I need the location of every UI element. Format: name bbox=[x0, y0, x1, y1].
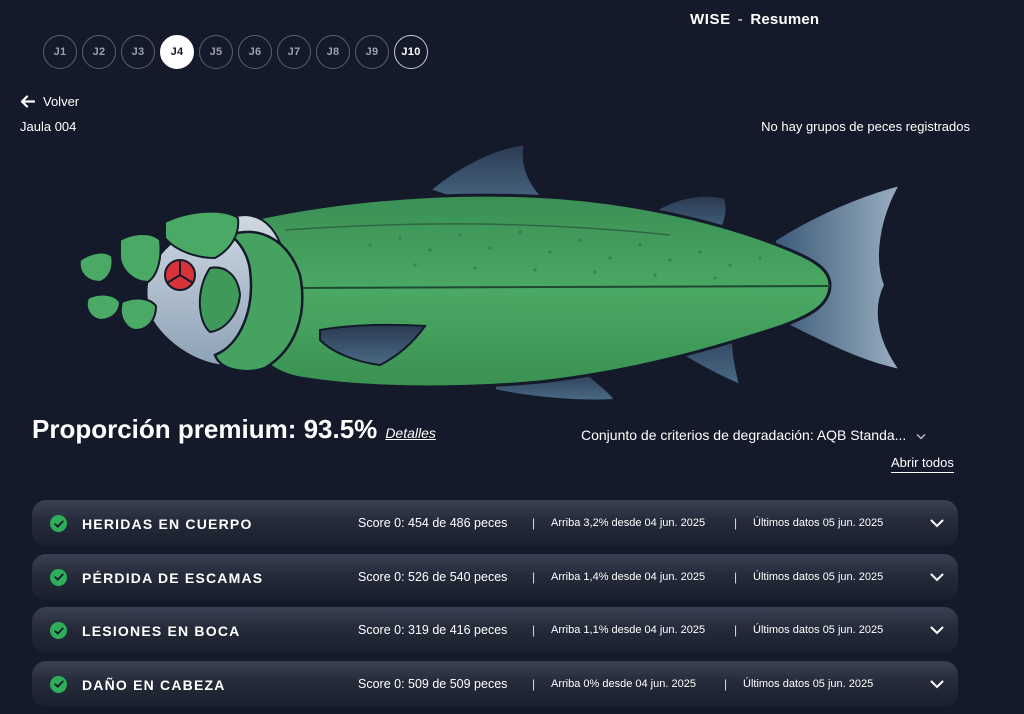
chevron-down-icon[interactable] bbox=[930, 622, 944, 640]
premium-summary: Proporción premium: 93.5% Detalles bbox=[32, 414, 436, 445]
category-latest-data: Últimos datos 05 jun. 2025 bbox=[743, 677, 874, 690]
category-latest-data: Últimos datos 05 jun. 2025 bbox=[753, 517, 884, 529]
category-latest-data: Últimos datos 05 jun. 2025 bbox=[753, 570, 884, 583]
check-circle-icon bbox=[50, 568, 67, 586]
category-name: DAÑO EN CABEZA bbox=[82, 676, 226, 693]
check-circle-icon bbox=[50, 515, 67, 532]
cage-tab-j10[interactable]: J10 bbox=[394, 35, 428, 69]
category-name: PÉRDIDA DE ESCAMAS bbox=[82, 569, 264, 586]
chevron-down-icon bbox=[916, 427, 926, 443]
cage-tab-j2[interactable]: J2 bbox=[82, 35, 116, 69]
criteria-set-label: Conjunto de criterios de degradación: AQ… bbox=[581, 427, 907, 443]
section-name: Resumen bbox=[750, 11, 820, 28]
category-trend: Arriba 1,4% desde 04 jun. 2025 bbox=[551, 570, 706, 583]
cage-tab-j4[interactable]: J4 bbox=[160, 35, 194, 69]
category-score: Score 0: 509 de 509 peces bbox=[358, 676, 508, 691]
cage-tab-j8[interactable]: J8 bbox=[316, 35, 350, 69]
check-circle-icon bbox=[50, 675, 67, 693]
upper-jaw-plate bbox=[119, 233, 162, 284]
category-list: HERIDAS EN CUERPO Score 0: 454 de 486 pe… bbox=[32, 500, 958, 714]
chevron-down-icon[interactable] bbox=[930, 676, 944, 694]
chevron-down-icon[interactable] bbox=[930, 569, 944, 587]
cage-tab-j5[interactable]: J5 bbox=[199, 35, 233, 69]
category-trend: Arriba 3,2% desde 04 jun. 2025 bbox=[551, 517, 706, 529]
category-score: Score 0: 319 de 416 peces bbox=[358, 623, 508, 637]
arrow-left-icon bbox=[20, 95, 35, 108]
cage-name: Jaula 004 bbox=[20, 119, 77, 134]
separator: | bbox=[734, 623, 738, 637]
separator: | bbox=[724, 676, 728, 691]
category-row-heridas-en-cuerpo[interactable]: HERIDAS EN CUERPO Score 0: 454 de 486 pe… bbox=[32, 500, 958, 546]
app-title: WISE - Resumen bbox=[690, 11, 819, 28]
category-name: HERIDAS EN CUERPO bbox=[82, 516, 253, 532]
details-link[interactable]: Detalles bbox=[385, 425, 436, 441]
cage-tabs: J1 J2 J3 J4 J5 J6 J7 J8 J9 J10 bbox=[43, 35, 428, 69]
criteria-set-select[interactable]: Conjunto de criterios de degradación: AQ… bbox=[581, 427, 926, 443]
separator: | bbox=[532, 569, 536, 584]
cage-tab-j6[interactable]: J6 bbox=[238, 35, 272, 69]
open-all-button[interactable]: Abrir todos bbox=[891, 455, 954, 473]
fish-diagram bbox=[70, 140, 910, 410]
title-separator: - bbox=[737, 11, 744, 28]
check-circle-icon bbox=[50, 622, 67, 639]
separator: | bbox=[734, 569, 738, 584]
cage-tab-j1[interactable]: J1 bbox=[43, 35, 77, 69]
back-label: Volver bbox=[43, 94, 80, 109]
eye-alert bbox=[164, 259, 196, 291]
category-latest-data: Últimos datos 05 jun. 2025 bbox=[753, 624, 884, 636]
fish-body bbox=[243, 193, 832, 389]
cage-tab-j7[interactable]: J7 bbox=[277, 35, 311, 69]
category-trend: Arriba 1,1% desde 04 jun. 2025 bbox=[551, 624, 706, 636]
back-button[interactable]: Volver bbox=[20, 94, 79, 109]
chin-plate bbox=[119, 297, 158, 332]
chevron-down-icon[interactable] bbox=[930, 515, 944, 533]
category-row-dano-en-cabeza[interactable]: DAÑO EN CABEZA Score 0: 509 de 509 peces… bbox=[32, 660, 958, 707]
separator: | bbox=[734, 516, 738, 530]
cage-tab-j9[interactable]: J9 bbox=[355, 35, 389, 69]
premium-proportion: Proporción premium: 93.5% bbox=[32, 414, 378, 444]
snout-plate bbox=[78, 251, 114, 284]
fish-groups-empty-message: No hay grupos de peces registrados bbox=[761, 119, 970, 134]
category-name: LESIONES EN BOCA bbox=[82, 623, 241, 639]
separator: | bbox=[532, 676, 536, 691]
category-row-perdida-de-escamas[interactable]: PÉRDIDA DE ESCAMAS Score 0: 526 de 540 p… bbox=[32, 553, 958, 600]
separator: | bbox=[532, 623, 536, 637]
category-row-lesiones-en-boca[interactable]: LESIONES EN BOCA Score 0: 319 de 416 pec… bbox=[32, 607, 958, 653]
separator: | bbox=[532, 516, 536, 530]
lower-jaw-plate bbox=[85, 293, 122, 322]
cage-tab-j3[interactable]: J3 bbox=[121, 35, 155, 69]
category-trend: Arriba 0% desde 04 jun. 2025 bbox=[551, 677, 696, 690]
category-score: Score 0: 454 de 486 peces bbox=[358, 516, 508, 530]
app-name: WISE bbox=[690, 11, 731, 28]
category-score: Score 0: 526 de 540 peces bbox=[358, 569, 508, 584]
